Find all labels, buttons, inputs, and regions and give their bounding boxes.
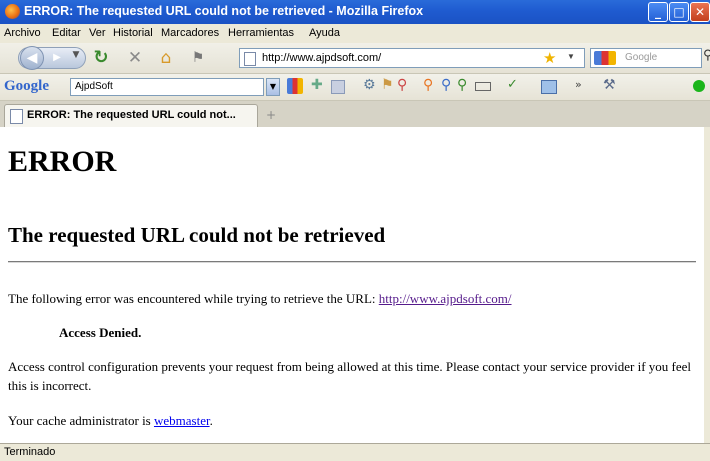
access-denied-text: Access Denied. (59, 325, 142, 340)
chevron-down-icon: ▼ (72, 50, 80, 60)
google-toolbar-buttons: ✚ ⚙ ⚑ ⚲ ⚲ ⚲ ⚲ ✓ » ⚒ (285, 77, 710, 96)
status-bar: Terminado (0, 443, 710, 461)
search-box[interactable]: Google (590, 48, 702, 68)
search-images-icon[interactable]: ⚙ (363, 77, 376, 93)
home-button[interactable]: ⌂ (155, 47, 177, 69)
page-icon (244, 52, 256, 66)
menu-historial[interactable]: Historial (113, 27, 153, 39)
error-intro-paragraph: The following error was encountered whil… (8, 289, 512, 308)
url-bar[interactable]: http://www.ajpdsoft.com/ ★ ▼ (239, 48, 585, 68)
home-icon: ⌂ (160, 48, 172, 68)
news-icon[interactable] (331, 80, 345, 94)
plus-icon[interactable]: ✚ (311, 77, 323, 93)
error-subheading: The requested URL could not be retrieved (8, 223, 386, 247)
menu-archivo[interactable]: Archivo (4, 27, 41, 39)
google-search-button-icon[interactable] (287, 78, 303, 94)
tab-error[interactable]: ERROR: The requested URL could not... (4, 104, 258, 127)
firefox-logo-icon (5, 4, 20, 19)
close-button[interactable]: ✕ (690, 2, 710, 22)
search-placeholder: Google (625, 52, 658, 63)
stop-button[interactable]: ✕ (124, 47, 146, 69)
arrow-left-icon: ◀ (26, 50, 38, 66)
reload-button[interactable]: ↻ (90, 47, 112, 69)
google-search-dropdown[interactable]: ▼ (266, 78, 280, 96)
overflow-chevron-icon[interactable]: » (575, 78, 582, 91)
error-url-link[interactable]: http://www.ajpdsoft.com/ (379, 291, 512, 306)
explanation-text: Access control configuration prevents yo… (8, 359, 692, 393)
cache-admin-prefix: Your cache administrator is (8, 413, 154, 428)
maximize-button[interactable]: □ (669, 2, 689, 22)
search-button[interactable]: ⚲ (703, 48, 710, 68)
url-dropdown-icon[interactable]: ▼ (567, 52, 575, 61)
divider (8, 261, 696, 263)
bookmark-star-icon[interactable]: ★ (543, 49, 556, 67)
tab-label: ERROR: The requested URL could not... (27, 109, 236, 121)
reload-icon: ↻ (93, 47, 109, 68)
minimize-button[interactable]: _ (648, 2, 668, 22)
highlight-icon[interactable]: ⚑ (381, 77, 394, 93)
google-search-engine-icon[interactable] (594, 51, 616, 65)
google-search-input[interactable]: AjpdSoft (70, 78, 264, 96)
webmaster-link[interactable]: webmaster (154, 413, 210, 428)
spellcheck-icon[interactable]: ✓ (507, 77, 518, 92)
magnifier-orange-icon[interactable]: ⚲ (423, 77, 433, 93)
menu-ver[interactable]: Ver (89, 27, 106, 39)
menu-editar[interactable]: Editar (52, 27, 81, 39)
arrow-right-icon: ▶ (53, 52, 61, 63)
vertical-scrollbar[interactable] (704, 127, 710, 443)
cache-admin-paragraph: Your cache administrator is webmaster. (8, 411, 213, 430)
extension-icon: ⚑ (191, 50, 205, 66)
menu-marcadores[interactable]: Marcadores (161, 27, 219, 39)
wrench-icon[interactable]: ⚒ (603, 77, 616, 93)
autofill-icon[interactable] (541, 80, 557, 94)
window-title: ERROR: The requested URL could not be re… (24, 4, 424, 18)
popup-blocker-icon[interactable] (475, 82, 491, 91)
find-icon[interactable]: ⚲ (397, 77, 407, 93)
url-text: http://www.ajpdsoft.com/ (262, 52, 382, 64)
google-logo[interactable]: Google (4, 78, 49, 95)
forward-button[interactable]: ▶ (50, 51, 64, 65)
magnifier-green-icon[interactable]: ⚲ (457, 77, 467, 93)
cache-admin-suffix: . (209, 413, 213, 428)
status-text: Terminado (4, 446, 56, 458)
search-icon: ⚲ (703, 48, 710, 63)
extension-button[interactable]: ⚑ (188, 47, 208, 69)
window-titlebar[interactable]: ERROR: The requested URL could not be re… (0, 0, 710, 24)
google-search-value: AjpdSoft (75, 81, 113, 92)
stop-icon: ✕ (127, 48, 143, 68)
menu-ayuda[interactable]: Ayuda (309, 27, 340, 39)
menu-herramientas[interactable]: Herramientas (228, 27, 294, 39)
chevron-down-icon: ▼ (269, 82, 277, 91)
menu-bar: Archivo Editar Ver Historial Marcadores … (0, 24, 710, 43)
back-button[interactable]: ◀ (20, 46, 44, 70)
google-toolbar: Google AjpdSoft ▼ ✚ ⚙ ⚑ ⚲ ⚲ ⚲ ⚲ ✓ » ⚒ (0, 74, 710, 101)
error-heading: ERROR (8, 145, 117, 178)
status-green-icon[interactable] (693, 80, 705, 92)
history-dropdown-button[interactable]: ▼ (70, 50, 82, 64)
navigation-toolbar: ◀ ▶ ▼ ↻ ✕ ⌂ ⚑ http://www.ajpdsoft.com/ ★… (0, 43, 710, 74)
magnifier-blue-icon[interactable]: ⚲ (441, 77, 451, 93)
error-intro-text: The following error was encountered whil… (8, 291, 379, 306)
page-icon (10, 109, 23, 124)
page-content: ERROR The requested URL could not be ret… (0, 127, 704, 443)
new-tab-button[interactable]: + (262, 107, 280, 123)
tab-bar: ERROR: The requested URL could not... + (0, 101, 710, 128)
